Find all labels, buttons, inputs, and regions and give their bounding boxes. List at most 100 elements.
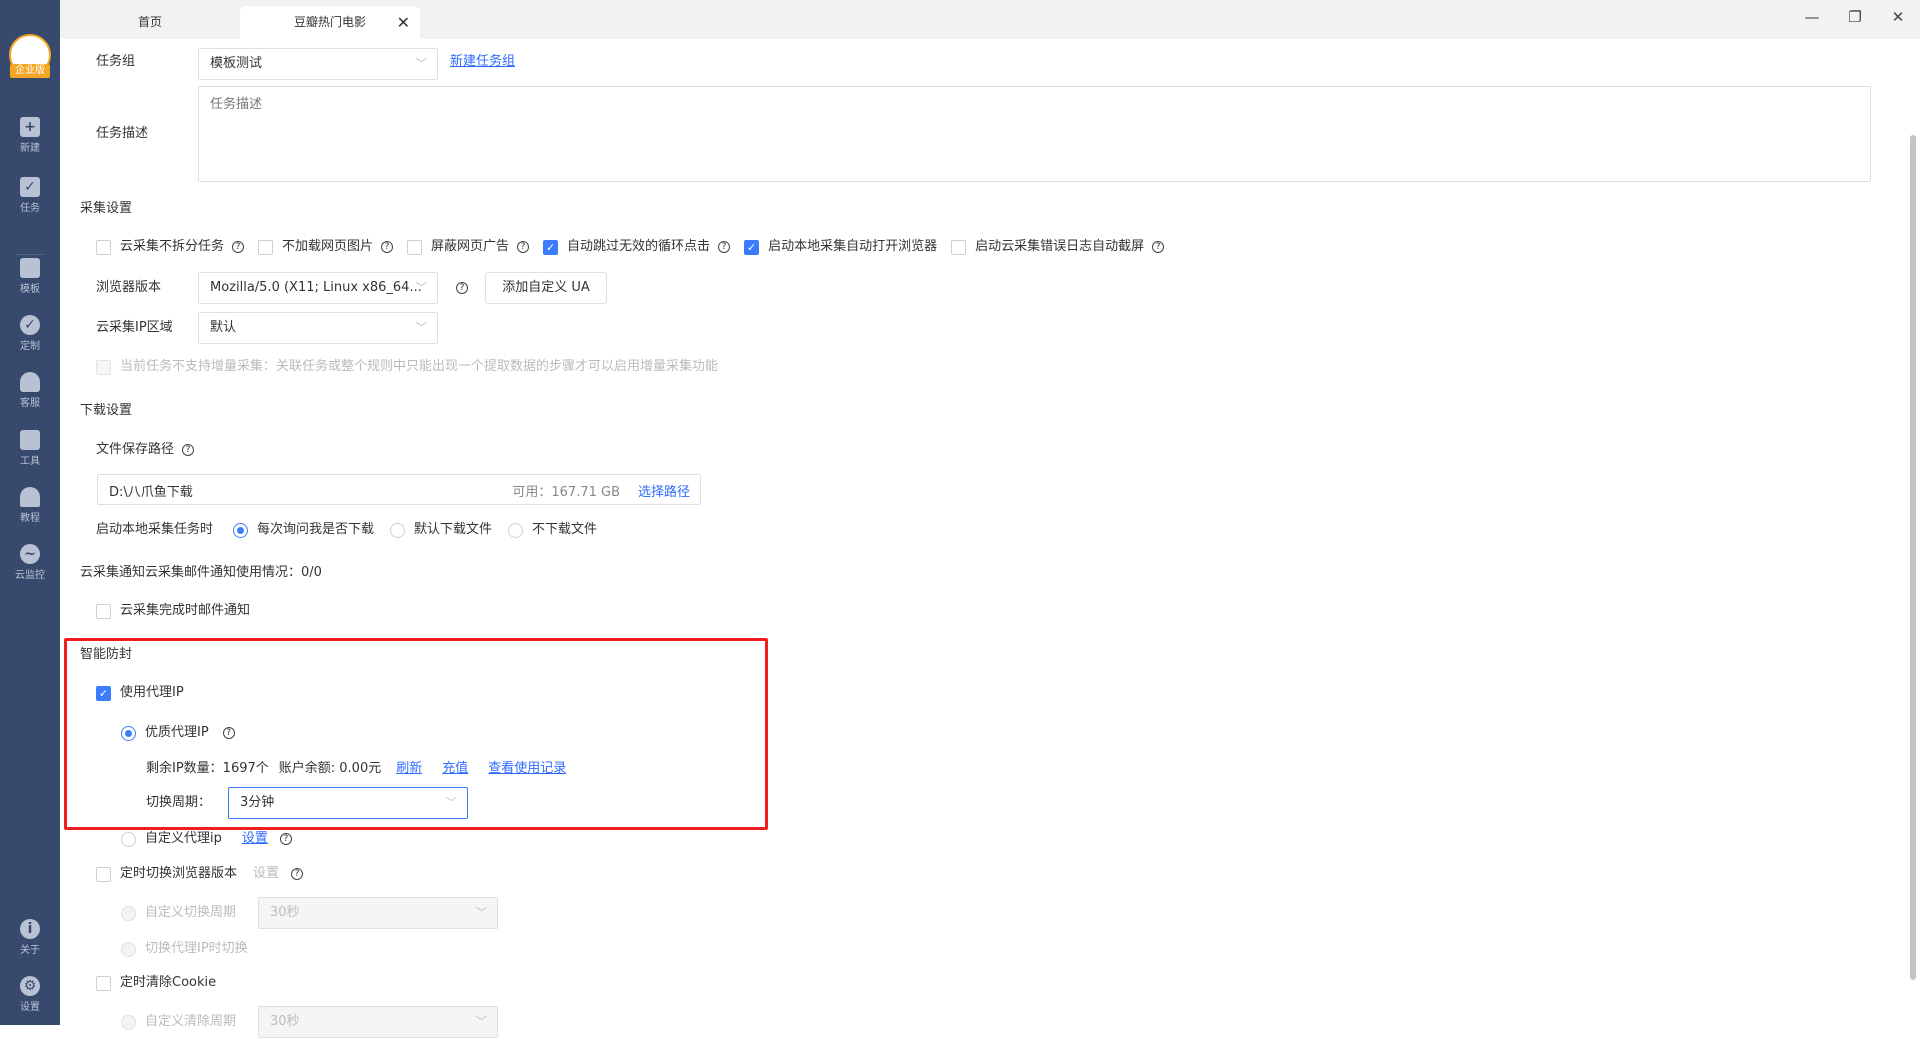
bookmark-icon: ✓ xyxy=(20,177,40,197)
tab-bar: 首页 豆瓣热门电影 ✕ — ❐ ✕ xyxy=(60,0,1920,39)
ip-region-label: 云采集IP区域 xyxy=(96,320,173,335)
custom-proxy-radio[interactable] xyxy=(121,831,136,847)
option-label: 启动云采集错误日志自动截屏 xyxy=(975,239,1145,254)
help-icon[interactable]: ? xyxy=(1152,241,1165,253)
help-icon[interactable]: ? xyxy=(232,241,245,253)
sidebar-item-tools[interactable]: 工具 xyxy=(0,430,60,467)
custom-switch-label: 自定义切换周期 xyxy=(145,905,237,920)
radio-ask-download[interactable] xyxy=(233,522,249,538)
available-space: 可用：167.71 GB xyxy=(512,485,620,500)
custom-proxy-settings-link[interactable]: 设置 xyxy=(242,829,268,849)
cloud-monitor-icon: ~ xyxy=(20,544,40,564)
sidebar-item-tutorials[interactable]: 教程 xyxy=(0,487,60,524)
collect-settings-heading: 采集设置 xyxy=(80,201,133,216)
quality-proxy-option: 优质代理IP? xyxy=(121,723,249,743)
ip-region-select[interactable]: 默认 ﹀ xyxy=(198,312,438,344)
sidebar-item-new[interactable]: + 新建 xyxy=(0,117,60,154)
chevron-down-icon: ﹀ xyxy=(416,321,427,334)
quality-proxy-label: 优质代理IP xyxy=(145,725,209,740)
info-icon: i xyxy=(20,919,40,939)
custom-switch-radio xyxy=(121,905,136,921)
anti-block-heading: 智能防封 xyxy=(80,647,133,662)
help-icon[interactable]: ? xyxy=(182,444,195,456)
refresh-link[interactable]: 刷新 xyxy=(396,759,422,779)
sidebar-item-settings[interactable]: ⚙ 设置 xyxy=(0,976,60,1013)
recharge-link[interactable]: 充值 xyxy=(442,759,468,779)
select-value: 30秒 xyxy=(270,905,300,920)
option-checkbox[interactable] xyxy=(407,239,423,255)
restore-button[interactable]: ❐ xyxy=(1845,8,1865,26)
quality-proxy-radio[interactable] xyxy=(121,725,136,741)
radio-label: 默认下载文件 xyxy=(414,522,493,537)
option-checkbox[interactable] xyxy=(951,239,967,255)
browser-version-select[interactable]: Mozilla/5.0 (X11; Linux x86_64... ﹀ xyxy=(198,272,438,304)
email-usage-text: 云采集通知云采集邮件通知使用情况：0/0 xyxy=(80,565,322,580)
use-proxy-checkbox[interactable]: ✓ xyxy=(96,685,111,701)
help-icon[interactable]: ? xyxy=(517,241,530,253)
chevron-down-icon: ﹀ xyxy=(476,906,487,919)
task-desc-input[interactable] xyxy=(198,86,1871,182)
plus-icon: + xyxy=(20,117,40,137)
clear-cookie-label: 定时清除Cookie xyxy=(120,975,217,990)
close-tab-icon[interactable]: ✕ xyxy=(397,6,410,39)
help-icon[interactable]: ? xyxy=(456,282,468,294)
use-proxy-option: ✓ 使用代理IP xyxy=(96,683,184,703)
chevron-down-icon: ﹀ xyxy=(416,281,427,294)
add-custom-ua-button[interactable]: 添加自定义 UA xyxy=(485,272,607,304)
help-icon[interactable]: ? xyxy=(279,833,292,845)
help-icon[interactable]: ? xyxy=(291,868,304,880)
account-balance: 账户余额: 0.00元 xyxy=(278,761,382,776)
minimize-button[interactable]: — xyxy=(1802,8,1822,26)
option-checkbox[interactable]: ✓ xyxy=(744,239,760,255)
task-settings-form: 任务组 模板测试 ﹀ 新建任务组 任务描述 采集设置 云采集不拆分任务? 不加载网… xyxy=(60,39,1920,1038)
sidebar-item-about[interactable]: i 关于 xyxy=(0,919,60,956)
chevron-down-icon: ﹀ xyxy=(446,796,457,809)
option-checkbox[interactable]: ✓ xyxy=(543,239,559,255)
close-window-button[interactable]: ✕ xyxy=(1888,8,1908,26)
clear-cookie-option: 定时清除Cookie xyxy=(96,973,216,993)
sidebar-item-cloud-monitor[interactable]: ~ 云监控 xyxy=(0,544,60,581)
sidebar-label: 关于 xyxy=(20,945,40,956)
sidebar-item-tasks[interactable]: ✓ 任务 xyxy=(0,177,60,214)
radio-no-download[interactable] xyxy=(508,522,524,538)
sidebar-item-custom[interactable]: ✓ 定制 xyxy=(0,315,60,352)
sidebar-item-templates[interactable]: 模板 xyxy=(0,258,60,295)
vertical-scrollbar[interactable] xyxy=(1910,135,1916,980)
option-checkbox[interactable] xyxy=(258,239,274,255)
tab-label: 豆瓣热门电影 xyxy=(293,15,366,29)
switch-period-label: 切换周期： xyxy=(146,795,212,810)
help-icon[interactable]: ? xyxy=(222,727,235,739)
select-value: 模板测试 xyxy=(210,56,263,71)
help-icon[interactable]: ? xyxy=(381,241,394,253)
usage-log-link[interactable]: 查看使用记录 xyxy=(488,759,566,779)
gear-icon: ⚙ xyxy=(20,976,40,996)
task-desc-label: 任务描述 xyxy=(96,126,149,141)
radio-default-download[interactable] xyxy=(390,522,406,538)
custom-clear-period-option: 自定义清除周期 xyxy=(121,1012,236,1032)
switch-period-select[interactable]: 3分钟 ﹀ xyxy=(228,787,468,819)
select-value: 30秒 xyxy=(270,1014,300,1029)
switch-on-proxy-option: 切换代理IP时切换 xyxy=(121,939,248,959)
sidebar-item-support[interactable]: 客服 xyxy=(0,372,60,409)
help-icon[interactable]: ? xyxy=(718,241,731,253)
task-group-select[interactable]: 模板测试 ﹀ xyxy=(198,48,438,80)
new-task-group-link[interactable]: 新建任务组 xyxy=(450,52,515,72)
switch-on-proxy-label: 切换代理IP时切换 xyxy=(145,941,248,956)
collect-options: 云采集不拆分任务? 不加载网页图片? 屏蔽网页广告? ✓ 自动跳过无效的循环点击?… xyxy=(96,237,1178,257)
timed-browser-checkbox[interactable] xyxy=(96,866,111,882)
tab-douban-movies[interactable]: 豆瓣热门电影 ✕ xyxy=(240,6,420,39)
option-label: 自动跳过无效的循环点击 xyxy=(567,239,711,254)
clear-cookie-checkbox[interactable] xyxy=(96,975,111,991)
choose-path-link[interactable]: 选择路径 xyxy=(638,481,690,500)
option-checkbox[interactable] xyxy=(96,239,111,255)
save-path-field[interactable]: D:\八爪鱼下载 可用：167.71 GB 选择路径 xyxy=(97,474,701,505)
custom-clear-radio xyxy=(121,1014,136,1030)
email-notify-checkbox[interactable] xyxy=(96,603,111,619)
custom-switch-period-option: 自定义切换周期 xyxy=(121,903,236,923)
template-icon xyxy=(20,258,40,278)
tab-home[interactable]: 首页 xyxy=(60,6,240,39)
browser-version-label: 浏览器版本 xyxy=(96,280,162,295)
save-path-value: D:\八爪鱼下载 xyxy=(109,485,193,500)
save-path-label: 文件保存路径 xyxy=(96,442,175,457)
switch-on-proxy-radio xyxy=(121,941,136,957)
